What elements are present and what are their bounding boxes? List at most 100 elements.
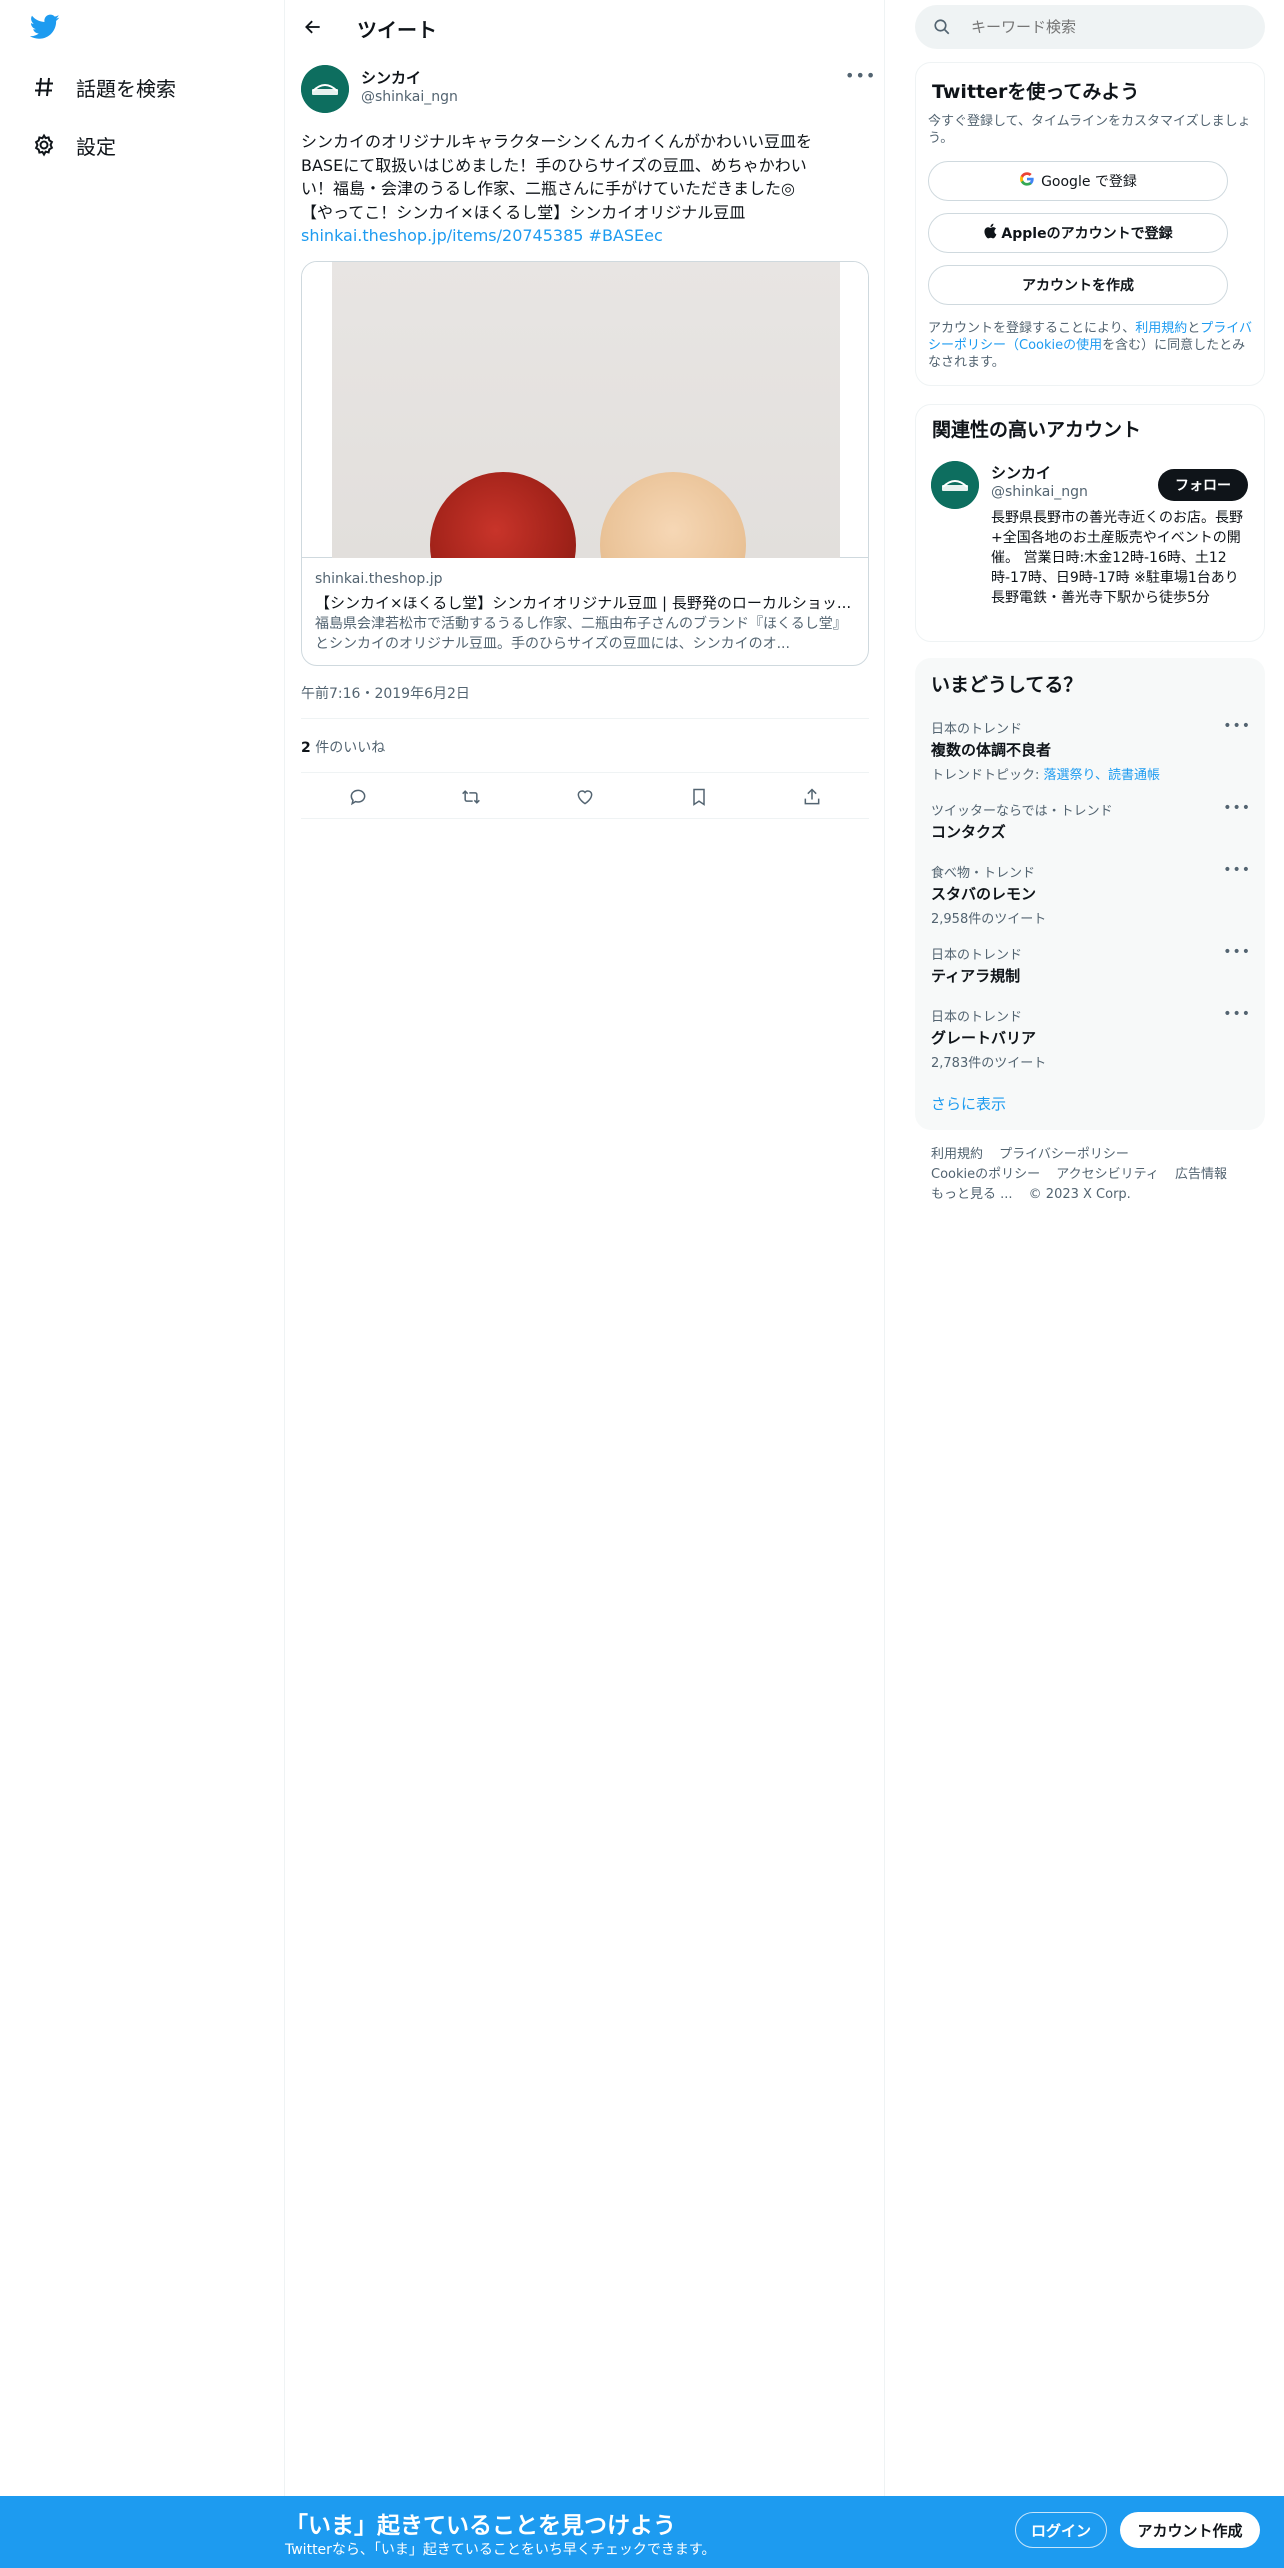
gear-icon xyxy=(30,131,58,159)
trend-name: グレートバリア xyxy=(931,1029,1037,1047)
follow-button[interactable]: フォロー xyxy=(1158,469,1248,501)
trends-panel: いまどうしてる？ 日本のトレンド 複数の体調不良者 トレンドトピック: 落選祭り… xyxy=(915,658,1265,1130)
trend-item[interactable]: 日本のトレンド グレートバリア 2,783件のツイート ••• xyxy=(931,1006,1251,1071)
signup-button[interactable]: アカウント作成 xyxy=(1120,2512,1260,2548)
bookmark-icon[interactable] xyxy=(682,780,716,814)
trend-name: スタバのレモン xyxy=(931,885,1037,903)
tweet-url-link[interactable]: shinkai.theshop.jp/items/20745385 xyxy=(301,226,583,245)
twitter-bird-icon[interactable] xyxy=(29,14,60,44)
shinkai-logo-icon xyxy=(301,65,349,113)
author-avatar[interactable] xyxy=(301,65,349,113)
trend-name: ティアラ規制 xyxy=(931,967,1021,985)
apple-signup-label: Appleのアカウントで登録 xyxy=(1001,226,1173,242)
footer-links: 利用規約 プライバシーポリシー Cookieのポリシー アクセシビリティ 広告情… xyxy=(931,1145,1261,1205)
divider xyxy=(301,818,869,819)
trend-meta: トレンドトピック: 落選祭り、読書通帳 xyxy=(931,764,1251,783)
link-preview-card[interactable]: shinkai.theshop.jp 【シンカイ×ほくるし堂】シンカイオリジナル… xyxy=(301,261,869,666)
apple-icon xyxy=(983,223,997,243)
trend-name: コンタクズ xyxy=(931,823,1006,841)
retweet-icon[interactable] xyxy=(454,780,488,814)
google-signup-button[interactable]: Google で登録 xyxy=(928,161,1228,201)
card-description: 福島県会津若松市で活動するうるし作家、二瓶由布子さんのブランド『ほくるし堂』とシ… xyxy=(315,616,847,652)
page-title: ツイート xyxy=(357,18,437,42)
google-icon xyxy=(1019,171,1035,191)
footer-terms-link[interactable]: 利用規約 xyxy=(931,1147,983,1162)
more-options-icon[interactable]: ••• xyxy=(845,66,876,85)
banner-subtitle: Twitterなら、「いま」起きていることをいち早くチェックできます。 xyxy=(285,2542,716,2558)
more-options-icon[interactable]: ••• xyxy=(1223,1006,1251,1022)
trends-title: いまどうしてる？ xyxy=(931,674,1083,696)
trend-category: 日本のトレンド xyxy=(931,948,1023,963)
red-plate-image xyxy=(430,472,576,558)
footer-more-link[interactable]: もっと見る ... xyxy=(931,1187,1013,1202)
share-icon[interactable] xyxy=(795,780,829,814)
card-title: 【シンカイ×ほくるし堂】シンカイオリジナル豆皿 | 長野発のローカルショッ... xyxy=(315,594,852,612)
trend-item[interactable]: 日本のトレンド ティアラ規制 ••• xyxy=(931,944,1251,986)
trend-tweet-count: 2,783件のツイート xyxy=(931,1056,1047,1071)
trend-category: 日本のトレンド xyxy=(931,1010,1023,1025)
footer-ads-link[interactable]: 広告情報 xyxy=(1175,1167,1227,1182)
nav-settings[interactable]: 設定 xyxy=(30,125,116,165)
tweet-actions xyxy=(301,778,869,816)
related-name[interactable]: シンカイ xyxy=(991,462,1051,483)
apple-signup-button[interactable]: Appleのアカウントで登録 xyxy=(928,213,1228,253)
trend-meta-prefix: トレンドトピック: xyxy=(931,768,1044,783)
signup-banner: 「いま」起きていることを見つけよう Twitterなら、「いま」起きていることを… xyxy=(0,2496,1284,2568)
tweet-text: シンカイのオリジナルキャラクターシンくんカイくんがかわいい豆皿を BASEにて取… xyxy=(301,132,813,222)
tweet-links: shinkai.theshop.jp/items/20745385 #BASEe… xyxy=(301,224,663,247)
related-avatar[interactable] xyxy=(931,461,979,509)
nav-settings-label: 設定 xyxy=(76,134,116,159)
terms-and: と xyxy=(1187,321,1201,336)
tweet-timestamp[interactable]: 午前7:16・2019年6月2日 xyxy=(301,683,470,703)
trend-item[interactable]: ツイッターならでは・トレンド コンタクズ ••• xyxy=(931,800,1251,842)
terms-link[interactable]: 利用規約 xyxy=(1135,321,1187,336)
back-arrow-icon[interactable] xyxy=(299,13,327,41)
banner-title: 「いま」起きていることを見つけよう xyxy=(285,2513,676,2539)
author-name[interactable]: シンカイ xyxy=(361,67,421,88)
more-options-icon[interactable]: ••• xyxy=(1223,862,1251,878)
likes-count[interactable]: 2 件のいいね xyxy=(301,737,385,757)
reply-icon[interactable] xyxy=(341,780,375,814)
divider xyxy=(301,772,869,773)
related-bio: 長野県長野市の善光寺近くのお店。長野+全国各地のお土産販売やイベントの開催。 営… xyxy=(991,510,1243,606)
divider xyxy=(301,718,869,719)
google-signup-label: Google で登録 xyxy=(1041,174,1137,190)
author-handle[interactable]: @shinkai_ngn xyxy=(361,89,458,105)
nav-explore[interactable]: 話題を検索 xyxy=(30,67,176,107)
show-more-link[interactable]: さらに表示 xyxy=(931,1093,1006,1114)
footer-privacy-link[interactable]: プライバシーポリシー xyxy=(999,1147,1129,1162)
related-handle[interactable]: @shinkai_ngn xyxy=(991,484,1088,500)
right-sidebar: Twitterを使ってみよう 今すぐ登録して、タイムラインをカスタマイズしましょ… xyxy=(885,0,1284,2568)
footer-copyright: © 2023 X Corp. xyxy=(1028,1187,1131,1202)
more-options-icon[interactable]: ••• xyxy=(1223,944,1251,960)
signup-panel: Twitterを使ってみよう 今すぐ登録して、タイムラインをカスタマイズしましょ… xyxy=(915,62,1265,386)
more-options-icon[interactable]: ••• xyxy=(1223,718,1251,734)
like-icon[interactable] xyxy=(568,780,602,814)
terms-prefix: アカウントを登録することにより、 xyxy=(928,321,1136,336)
more-options-icon[interactable]: ••• xyxy=(1223,800,1251,816)
card-image xyxy=(302,262,868,558)
create-account-button[interactable]: アカウントを作成 xyxy=(928,265,1228,305)
card-photo xyxy=(332,262,840,558)
trend-category: ツイッターならでは・トレンド xyxy=(931,804,1113,819)
trend-tweet-count: 2,958件のツイート xyxy=(931,912,1047,927)
trend-item[interactable]: 日本のトレンド 複数の体調不良者 トレンドトピック: 落選祭り、読書通帳 ••• xyxy=(931,718,1251,783)
footer-cookie-link[interactable]: Cookieのポリシー xyxy=(931,1167,1040,1182)
trend-item[interactable]: 食べ物・トレンド スタバのレモン 2,958件のツイート ••• xyxy=(931,862,1251,927)
search-bar[interactable] xyxy=(915,5,1265,49)
card-domain: shinkai.theshop.jp xyxy=(315,571,443,587)
tweet-hashtag-link[interactable]: #BASEec xyxy=(589,226,663,245)
signup-terms: アカウントを登録することにより、利用規約とプライバシーポリシー（Cookieの使… xyxy=(928,320,1258,371)
likes-label: 件のいいね xyxy=(315,740,386,756)
footer-accessibility-link[interactable]: アクセシビリティ xyxy=(1056,1167,1159,1182)
create-account-label: アカウントを作成 xyxy=(1022,278,1134,294)
search-input[interactable] xyxy=(971,5,1251,49)
search-icon xyxy=(933,18,951,40)
beige-plate-image xyxy=(600,472,746,558)
hashtag-icon xyxy=(30,73,58,101)
trend-topic-link[interactable]: 落選祭り、読書通帳 xyxy=(1044,768,1160,783)
signup-panel-subtitle: 今すぐ登録して、タイムラインをカスタマイズしましょう。 xyxy=(928,114,1251,146)
login-button[interactable]: ログイン xyxy=(1015,2512,1107,2548)
trend-name: 複数の体調不良者 xyxy=(931,741,1052,759)
page-header: ツイート xyxy=(285,0,885,54)
